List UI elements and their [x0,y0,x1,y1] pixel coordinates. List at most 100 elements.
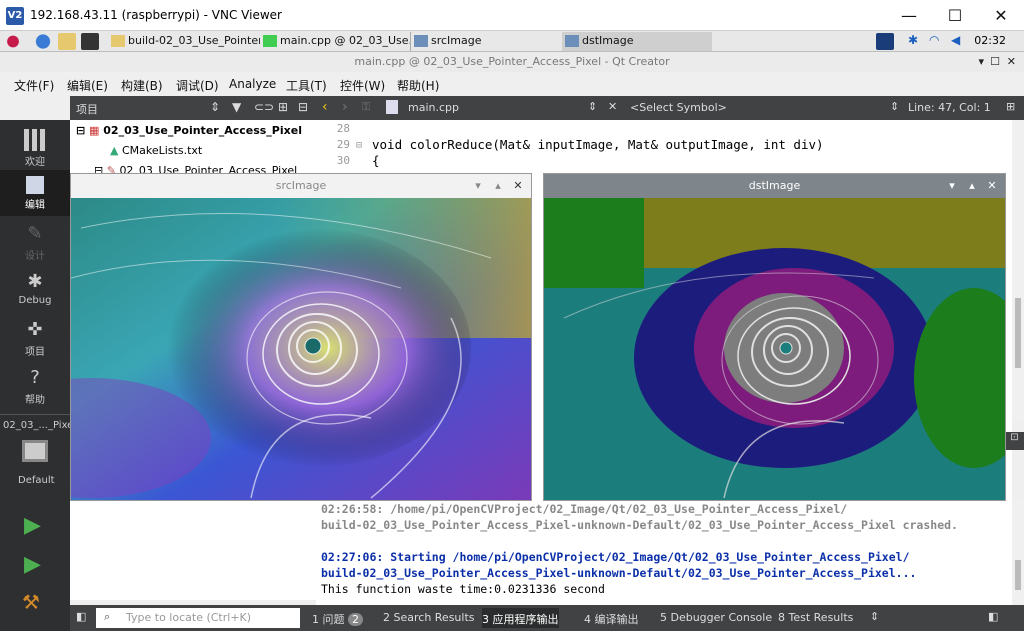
bluetooth-icon[interactable]: ✱ [908,33,918,47]
task-qt-creator[interactable]: main.cpp @ 02_03_Use... [260,32,412,51]
output-line: build-02_03_Use_Pointer_Access_Pixel-unk… [321,518,958,532]
maximize-button[interactable]: ☐ [932,0,978,31]
output-scrollbar[interactable] [1012,500,1024,605]
window-close-icon[interactable]: ✕ [983,174,1001,198]
task-dstimage[interactable]: dstImage [562,32,712,51]
link-icon[interactable]: ⊂⊃ [254,100,274,114]
split-icon[interactable]: ⊞ [278,100,288,114]
kit-build-label: Default [18,475,55,486]
cursor-position[interactable]: Line: 47, Col: 1 [908,101,991,114]
symbol-selector[interactable]: <Select Symbol> [630,101,727,114]
chevron-updown-icon[interactable]: ⇕ [870,610,879,623]
forward-icon[interactable]: › [342,99,348,115]
menu-tools[interactable]: 工具(T) [286,77,327,94]
task-srcimage[interactable]: srcImage [410,32,560,51]
bug-icon: ✱ [27,271,43,292]
tab-compile-output[interactable]: 4 编译输出 [584,611,639,627]
editor-file-selector[interactable]: main.cpp [408,101,459,114]
mode-help[interactable]: ? 帮助 [0,364,70,408]
clock: 02:32 [974,34,1006,47]
chevron-updown-icon[interactable]: ⇕ [210,100,220,114]
mode-projects[interactable]: ✜ 项目 [0,316,70,360]
folder-icon[interactable] [58,33,76,50]
locator-input[interactable]: ⌕ Type to locate (Ctrl+K) [96,608,300,628]
qt-window-title: main.cpp @ 02_03_Use_Pointer_Access_Pixe… [0,52,1024,72]
tab-issues[interactable]: 1 问题 2 [312,611,363,627]
dstimage-window[interactable]: dstImage ▾ ▴ ✕ [543,173,1006,501]
volume-icon[interactable]: ◀ [951,33,960,47]
mode-debug[interactable]: ✱ Debug [0,268,70,312]
output-pane-toggle-icon[interactable]: ⊡ [1005,432,1024,450]
scrollbar-thumb[interactable] [1015,560,1021,590]
mode-edit[interactable]: 编辑 [0,170,70,216]
menu-edit[interactable]: 编辑(E) [67,77,108,94]
raspberry-menu-icon[interactable] [4,33,22,50]
window-menu-icon[interactable]: ▾ [469,174,487,198]
tab-debugger-console[interactable]: 5 Debugger Console [660,611,772,624]
editor-scrollbar[interactable] [1012,120,1024,420]
menu-help[interactable]: 帮助(H) [397,77,439,94]
cmake-file-icon: ▲ [110,144,122,157]
line-number: 28 [336,122,350,135]
window-close-icon[interactable]: ✕ [509,174,527,198]
tab-test-results[interactable]: 8 Test Results [778,611,853,624]
vnc-tray-icon[interactable] [876,33,894,50]
collapse-icon[interactable]: ⊟ [76,124,89,137]
close-document-icon[interactable]: ✕ [608,100,617,113]
code-line-function: void colorReduce(Mat& inputImage, Mat& o… [372,137,824,152]
srcimage-window[interactable]: srcImage ▾ ▴ ✕ [70,173,532,501]
tree-item-cmakelists[interactable]: ▲ CMakeLists.txt [110,141,202,161]
tree-item-project[interactable]: ⊟ ▦ 02_03_Use_Pointer_Access_Pixel [76,121,302,141]
kit-project-label[interactable]: 02_03_..._Pixel [3,420,76,431]
scrollbar-thumb[interactable] [1015,298,1021,368]
menu-file[interactable]: 文件(F) [14,77,54,94]
mode-design[interactable]: ✎ 设计 [0,220,70,264]
window-icon [565,35,579,47]
close-button[interactable]: ✕ [978,0,1024,31]
split-editor-icon[interactable]: ⊞ [1006,100,1015,113]
qt-minimize-icon[interactable]: ▾ [978,52,984,72]
progress-toggle-icon[interactable]: ◧ [988,610,998,623]
run-icon[interactable]: ▶ [24,513,41,538]
issues-count-badge: 2 [348,613,363,626]
project-icon: ▦ [89,124,104,137]
tab-search-results[interactable]: 2 Search Results [383,611,475,624]
menu-analyze[interactable]: Analyze [229,77,276,91]
window-menu-icon[interactable]: ▾ [943,174,961,198]
build-hammer-icon[interactable]: ⚒ [22,590,40,614]
search-icon: ⌕ [104,610,111,623]
output-line: 02:27:06: Starting /home/pi/OpenCVProjec… [321,550,910,564]
window-maximize-icon[interactable]: ▴ [963,174,981,198]
menu-widgets[interactable]: 控件(W) [340,77,385,94]
task-build-folder[interactable]: build-02_03_Use_Pointer... [108,32,260,51]
chevron-updown-icon[interactable]: ⇕ [588,100,597,113]
output-line: This function waste time:0.0231336 secon… [321,582,605,596]
chevron-updown-icon[interactable]: ⇕ [890,100,899,113]
qt-close-icon[interactable]: ✕ [1007,52,1016,72]
document-icon [26,176,44,194]
close-sidebar-icon[interactable]: ⊟ [298,100,308,114]
output-spacer [321,533,1012,549]
terminal-icon[interactable] [81,33,99,50]
monitor-icon[interactable] [22,440,48,462]
menu-debug[interactable]: 调试(D) [176,77,219,94]
qt-restore-icon[interactable]: ☐ [990,52,1000,72]
tab-application-output[interactable]: 3 应用程序输出 [482,608,559,628]
window-maximize-icon[interactable]: ▴ [489,174,507,198]
mode-welcome[interactable]: 欢迎 [0,126,70,170]
wifi-icon[interactable]: ◠ [929,33,939,47]
back-icon[interactable]: ‹ [322,99,328,115]
sidebar-toggle-icon[interactable]: ◧ [76,610,86,623]
filter-icon[interactable]: ▼ [232,100,241,114]
editor-toolbar: ‹ › ⚿ main.cpp ⇕ ✕ <Select Symbol> ⇕ Lin… [316,96,1024,120]
menu-build[interactable]: 构建(B) [121,77,163,94]
navigator-selector[interactable]: 项目 [76,101,98,117]
line-number: 30 [336,154,350,167]
application-output[interactable]: 02:26:58: /home/pi/OpenCVProject/02_Imag… [316,500,1012,605]
fold-icon[interactable]: ⊟ [356,140,362,151]
minimize-button[interactable]: — [886,0,932,31]
divider [0,414,70,415]
debug-run-icon[interactable]: ▶ [24,552,41,577]
browser-icon[interactable] [34,33,52,50]
vnc-title-bar: V2 192.168.43.11 (raspberrypi) - VNC Vie… [0,0,1024,31]
